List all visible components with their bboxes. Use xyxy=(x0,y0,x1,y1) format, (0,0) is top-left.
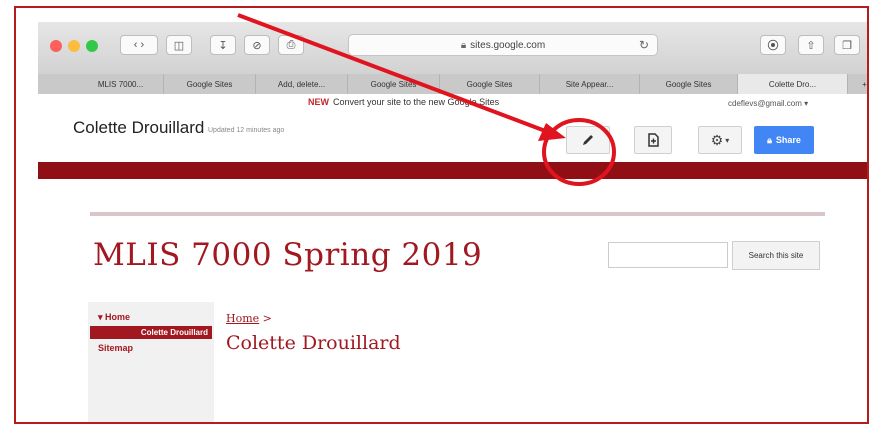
breadcrumb-home-link[interactable]: Home xyxy=(226,312,259,325)
sidebar-toggle-icon[interactable]: ◫ xyxy=(166,35,192,55)
more-actions-button[interactable]: ⚙ ▾ xyxy=(698,126,742,154)
tab-google-sites-4[interactable]: Google Sites xyxy=(640,74,738,94)
new-page-icon xyxy=(648,133,659,147)
lock-icon: 🔒︎ xyxy=(767,134,772,145)
back-forward-buttons[interactable]: ‹ › xyxy=(120,35,158,55)
tabs-overview-icon[interactable]: ❐ xyxy=(834,35,860,55)
tab-add-delete[interactable]: Add, delete... xyxy=(256,74,348,94)
url-text: sites.google.com xyxy=(470,39,546,51)
browser-toolbar: ‹ › ◫ ↧ ⊘ ⎙ 🔒︎ sites.google.com ↻ ⦿ ⇧ ❐ xyxy=(38,22,867,75)
tab-mlis[interactable]: MLIS 7000... xyxy=(78,74,164,94)
tab-site-appearance[interactable]: Site Appear... xyxy=(540,74,640,94)
lock-icon: 🔒︎ xyxy=(460,39,467,51)
sidebar-item-home[interactable]: ▾ Home xyxy=(98,312,130,323)
privacy-icon[interactable]: ⊘ xyxy=(244,35,270,55)
search-input[interactable] xyxy=(608,242,728,268)
extension-icon[interactable]: ⦿ xyxy=(760,35,786,55)
new-tab-button[interactable]: + xyxy=(854,74,867,94)
close-window-icon[interactable] xyxy=(50,40,62,52)
chevron-down-icon: ▾ xyxy=(725,135,730,145)
sidebar-item-sitemap[interactable]: Sitemap xyxy=(98,343,133,353)
breadcrumb: Home > xyxy=(226,312,272,325)
site-header-bar xyxy=(38,162,867,179)
new-sites-banner[interactable]: NEW Convert your site to the new Google S… xyxy=(308,97,499,107)
account-menu[interactable]: cdeflevs@gmail.com ▾ xyxy=(728,99,808,108)
page-title: MLIS 7000 Spring 2019 xyxy=(93,237,483,273)
header-divider xyxy=(90,212,825,216)
sidebar-item-colette[interactable]: Colette Drouillard xyxy=(90,326,212,339)
reload-icon[interactable]: ↻ xyxy=(639,38,649,52)
content-title: Colette Drouillard xyxy=(226,332,401,354)
download-icon[interactable]: ↧ xyxy=(210,35,236,55)
sidebar-nav: ▾ Home Colette Drouillard Sitemap xyxy=(88,302,214,422)
edit-page-button[interactable] xyxy=(566,126,610,154)
pencil-icon xyxy=(583,135,593,145)
minimize-window-icon[interactable] xyxy=(68,40,80,52)
tab-google-sites[interactable]: Google Sites xyxy=(164,74,256,94)
window-controls xyxy=(50,40,98,52)
zoom-window-icon[interactable] xyxy=(86,40,98,52)
gear-icon: ⚙ xyxy=(710,131,724,148)
tab-google-sites-3[interactable]: Google Sites xyxy=(440,74,540,94)
tab-colette[interactable]: Colette Dro... xyxy=(738,74,848,94)
share-button[interactable]: 🔒︎ Share xyxy=(754,126,814,154)
site-owner-name: Colette Drouillard xyxy=(73,118,205,137)
browser-window: ‹ › ◫ ↧ ⊘ ⎙ 🔒︎ sites.google.com ↻ ⦿ ⇧ ❐ … xyxy=(38,22,867,422)
search-button[interactable]: Search this site xyxy=(732,241,820,270)
tab-google-sites-2[interactable]: Google Sites xyxy=(348,74,440,94)
tab-bar: MLIS 7000... Google Sites Add, delete...… xyxy=(38,74,867,95)
annotation-frame: ‹ › ◫ ↧ ⊘ ⎙ 🔒︎ sites.google.com ↻ ⦿ ⇧ ❐ … xyxy=(14,6,869,424)
share-sheet-icon[interactable]: ⇧ xyxy=(798,35,824,55)
print-icon[interactable]: ⎙ xyxy=(278,35,304,55)
updated-text: Updated 12 minutes ago xyxy=(208,127,285,134)
new-page-button[interactable] xyxy=(634,126,672,154)
address-bar[interactable]: 🔒︎ sites.google.com ↻ xyxy=(348,34,658,56)
